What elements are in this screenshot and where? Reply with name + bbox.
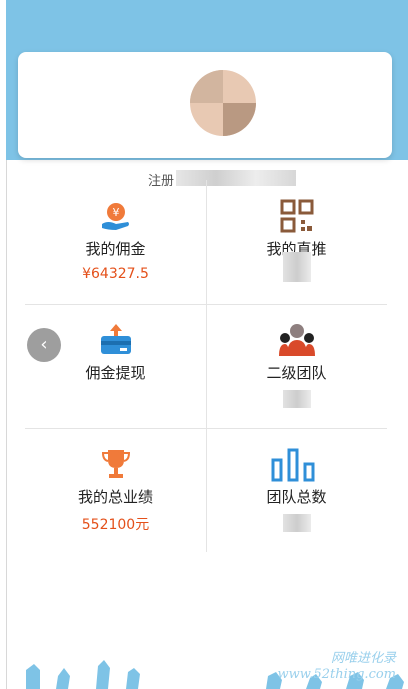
- menu-grid: ¥ 我的佣金 ¥64327.5 我的直推 佣金提现 二级团队 我的总业绩 552…: [25, 180, 387, 552]
- back-button[interactable]: ‹: [27, 328, 61, 362]
- menu-label: 团队总数: [266, 488, 327, 506]
- team-icon: [278, 324, 315, 356]
- bar-chart-icon: [271, 448, 314, 482]
- watermark: 网唯进化录 www.52thing.com: [277, 651, 396, 683]
- commission-value: ¥64327.5: [82, 266, 149, 282]
- menu-label: 我的佣金: [85, 240, 146, 258]
- svg-text:¥: ¥: [112, 206, 119, 219]
- footer-decoration: 网唯进化录 www.52thing.com: [6, 651, 408, 689]
- menu-item-my-commission[interactable]: ¥ 我的佣金 ¥64327.5: [25, 180, 206, 304]
- menu-item-second-level-team[interactable]: 二级团队: [206, 304, 387, 428]
- menu-item-withdraw[interactable]: 佣金提现: [25, 304, 206, 428]
- redacted-value: [282, 390, 311, 408]
- watermark-title: 网唯进化录: [330, 651, 396, 666]
- menu-item-total-performance[interactable]: 我的总业绩 552100元: [25, 428, 206, 552]
- avatar[interactable]: [190, 70, 256, 136]
- total-performance-value: 552100元: [81, 517, 150, 533]
- trophy-icon: [101, 450, 130, 478]
- menu-label: 我的总业绩: [77, 488, 153, 506]
- coin-hand-icon: ¥: [101, 203, 129, 230]
- menu-label: 佣金提现: [85, 364, 146, 382]
- menu-item-direct-referrals[interactable]: 我的直推: [206, 180, 387, 304]
- menu-label: 二级团队: [266, 364, 327, 382]
- card-withdraw-icon: [100, 324, 131, 354]
- watermark-url: www.52thing.com: [277, 667, 396, 682]
- menu-item-team-total[interactable]: 团队总数: [206, 428, 387, 552]
- qr-code-icon: [280, 199, 313, 233]
- redacted-value: [282, 252, 311, 282]
- redacted-value: [282, 514, 311, 532]
- profile-card: 注册: [18, 52, 392, 189]
